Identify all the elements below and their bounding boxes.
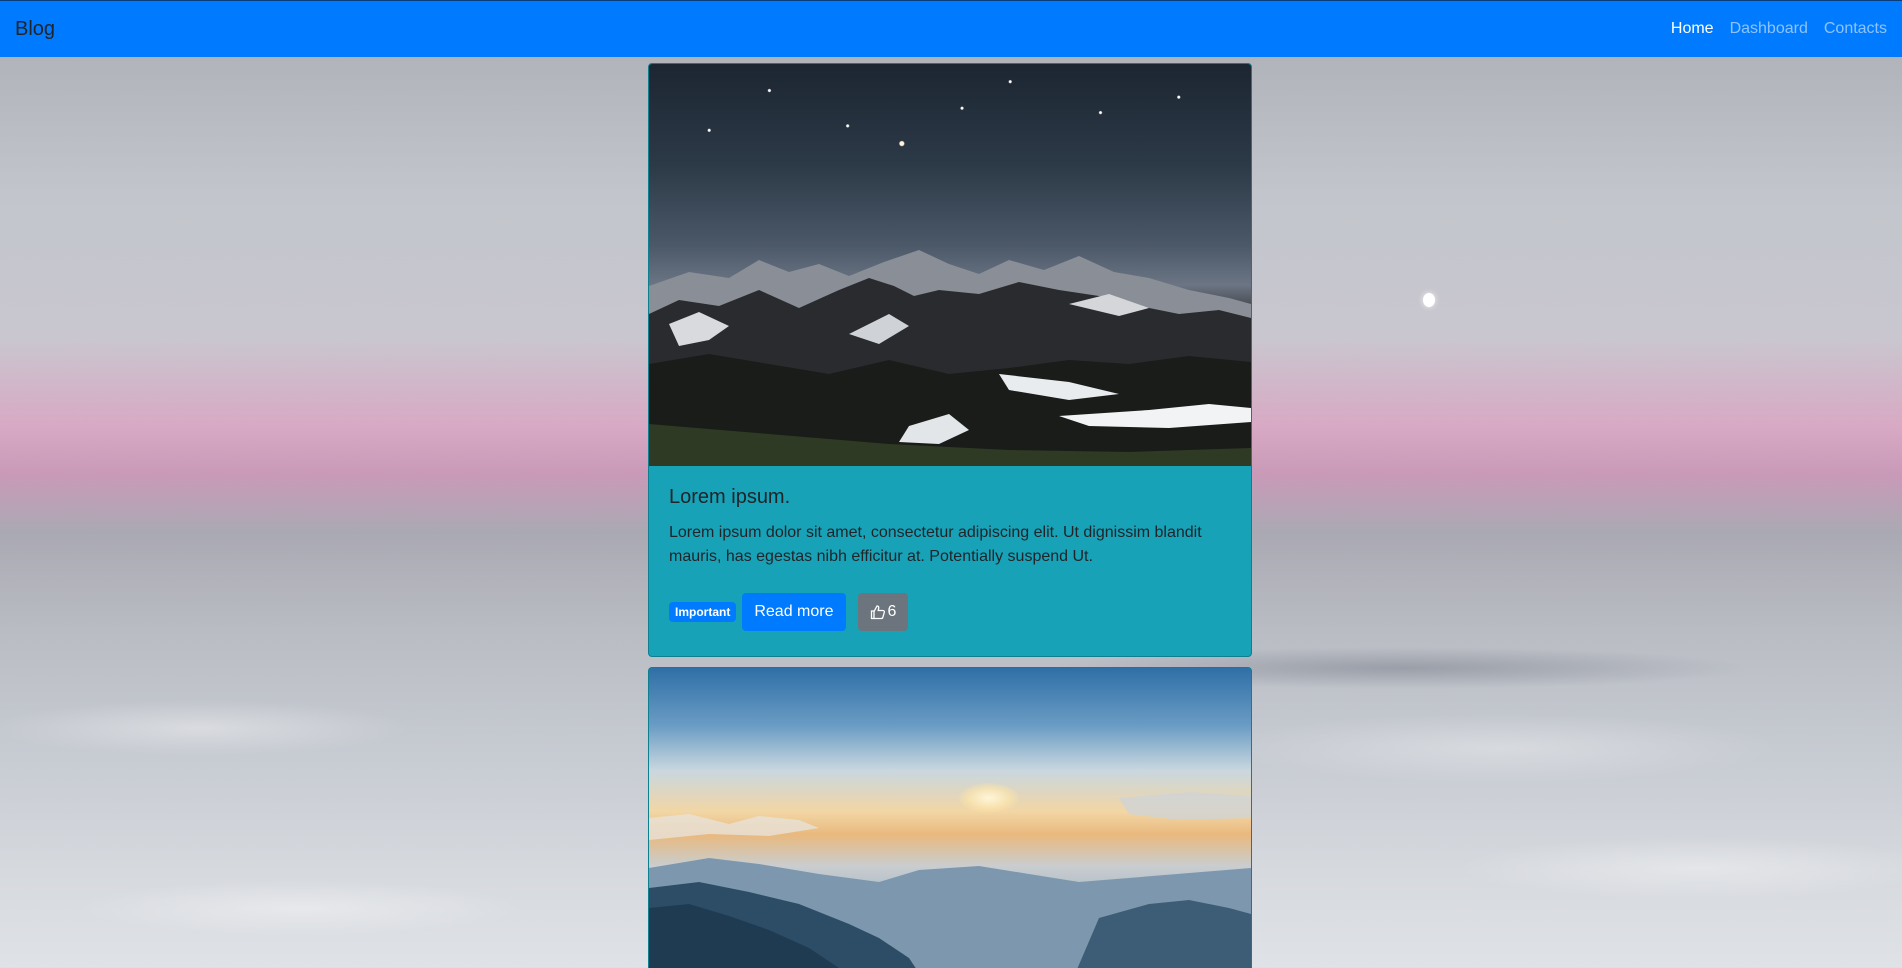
nav-link-dashboard[interactable]: Dashboard [1722, 20, 1816, 38]
post-card-2 [648, 667, 1252, 968]
background-moon [1423, 293, 1435, 307]
nav-links: Home Dashboard Contacts [1663, 20, 1887, 38]
thumbs-up-icon [870, 604, 886, 620]
read-more-button[interactable]: Read more [742, 593, 846, 631]
nav-link-contacts[interactable]: Contacts [1816, 20, 1887, 38]
navbar: Blog Home Dashboard Contacts [0, 0, 1902, 57]
post-title: Lorem ipsum. [669, 486, 791, 508]
post-text: Lorem ipsum dolor sit amet, consectetur … [669, 524, 1202, 565]
like-button[interactable]: 6 [857, 593, 909, 631]
important-badge: Important [669, 602, 737, 622]
like-count: 6 [887, 603, 897, 620]
navbar-brand[interactable]: Blog [15, 18, 55, 41]
nav-link-home[interactable]: Home [1663, 20, 1722, 38]
post-image-sunset-mountains [649, 668, 1251, 968]
post-actions: Important Read more 6 [669, 593, 1231, 631]
post-image-night-mountains [649, 64, 1251, 466]
post-card-body: Lorem ipsum. Lorem ipsum dolor sit amet,… [649, 466, 1251, 651]
post-card: Lorem ipsum. Lorem ipsum dolor sit amet,… [648, 63, 1252, 657]
